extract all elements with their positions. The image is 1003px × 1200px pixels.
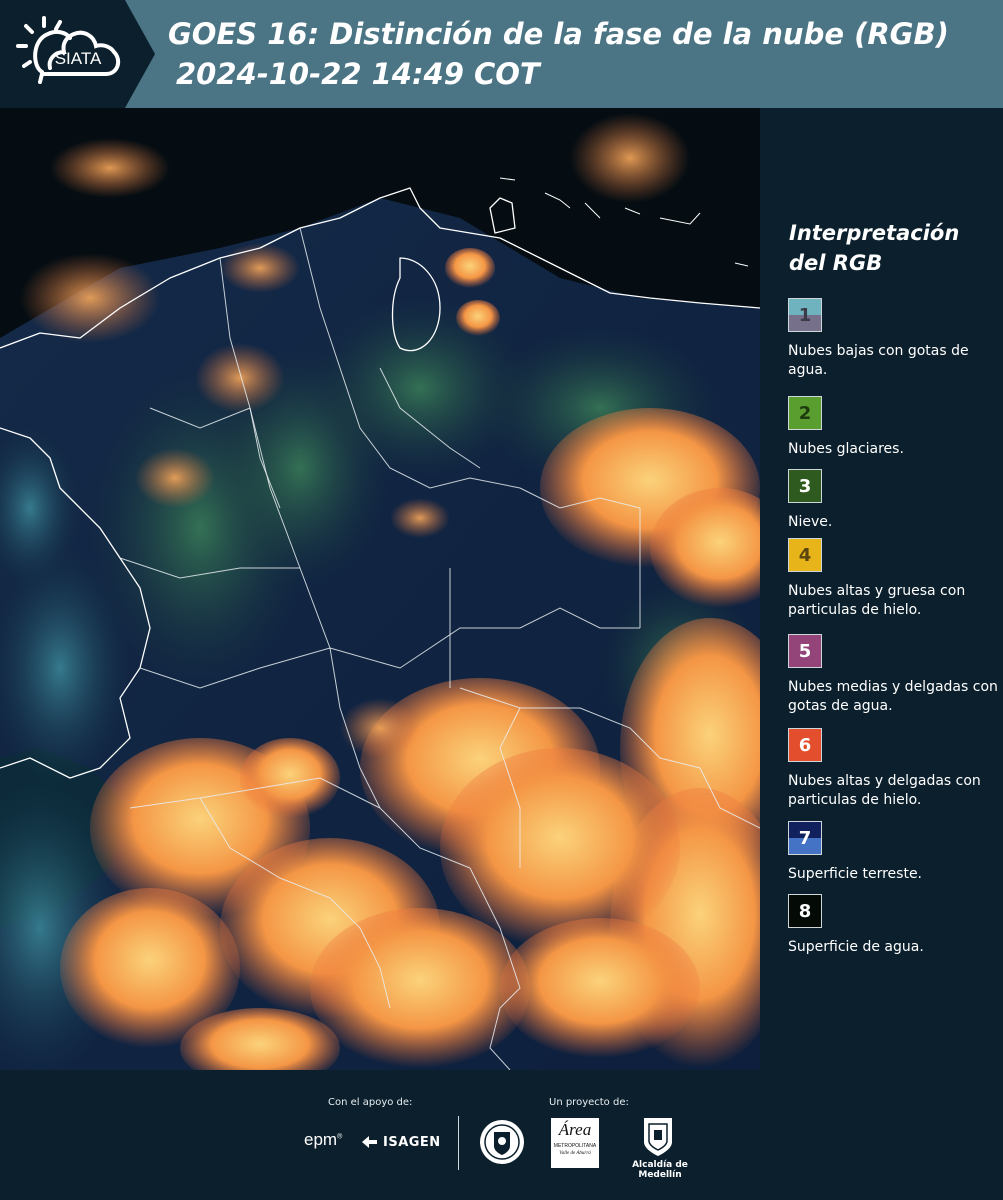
sun-cloud-icon: SIATA — [16, 16, 121, 84]
siata-logo: SIATA — [0, 0, 155, 108]
legend-item-1: 1 Nubes bajas con gotas de agua. — [788, 298, 998, 380]
swatch-number-6: 6 — [798, 734, 812, 756]
gobernacion-seal-icon — [480, 1120, 524, 1164]
legend-label-8: Superficie de agua. — [788, 939, 924, 955]
swatch-number-4: 4 — [798, 544, 812, 566]
legend-label-5: Nubes medias y delgadas con gotas de agu… — [788, 679, 998, 714]
legend-label-3: Nieve. — [788, 514, 833, 530]
epm-logo: epm® — [304, 1130, 343, 1149]
project-caption: Un proyecto de: — [549, 1097, 629, 1108]
legend-swatch-7: 7 — [788, 821, 822, 855]
legend-item-4: 4 Nubes altas y gruesa con particulas de… — [788, 538, 998, 620]
header-bar: SIATA GOES 16: Distinción de la fase de … — [0, 0, 1003, 108]
legend-swatch-2: 2 — [788, 396, 822, 430]
title-line-1: GOES 16: Distinción de la fase de la nub… — [168, 17, 949, 51]
legend-swatch-6: 6 — [788, 728, 822, 762]
legend-swatch-3: 3 — [788, 469, 822, 503]
legend-panel: Interpretación del RGB 1 Nubes bajas con… — [760, 108, 1003, 1070]
isagen-logo: ISAGEN — [360, 1134, 441, 1150]
title-timestamp: 2024-10-22 14:49 COT — [176, 57, 540, 91]
logo-text: SIATA — [55, 49, 102, 68]
area-logo-subtitle-2: Valle de Aburrá — [559, 1151, 591, 1156]
legend-swatch-4: 4 — [788, 538, 822, 572]
satellite-map — [0, 108, 760, 1070]
swatch-number-8: 8 — [798, 900, 812, 922]
legend-label-1: Nubes bajas con gotas de agua. — [788, 343, 969, 378]
legend-label-4: Nubes altas y gruesa con particulas de h… — [788, 583, 966, 618]
footer-divider — [458, 1116, 459, 1170]
legend-label-7: Superficie terreste. — [788, 866, 923, 882]
medellin-shield-icon — [644, 1118, 672, 1156]
satellite-image — [0, 108, 760, 1070]
support-caption: Con el apoyo de: — [328, 1097, 413, 1108]
legend-swatch-1: 1 — [788, 298, 822, 332]
page-title: GOES 16: Distinción de la fase de la nub… — [168, 14, 949, 94]
area-metropolitana-logo: Área METROPOLITANA Valle de Aburrá — [551, 1118, 599, 1168]
legend-swatch-5: 5 — [788, 634, 822, 668]
swatch-number-1: 1 — [798, 304, 812, 326]
area-logo-subtitle: METROPOLITANA — [553, 1143, 597, 1149]
legend-item-5: 5 Nubes medias y delgadas con gotas de a… — [788, 634, 998, 716]
isagen-icon — [362, 1136, 377, 1148]
alcaldia-text: Alcaldía de Medellín — [632, 1160, 688, 1180]
legend-item-6: 6 Nubes altas y delgadas con particulas … — [788, 728, 998, 810]
epm-text: epm — [304, 1130, 338, 1149]
swatch-number-2: 2 — [798, 402, 812, 424]
legend-label-2: Nubes glaciares. — [788, 441, 904, 457]
legend-swatch-8: 8 — [788, 894, 822, 928]
legend-label-6: Nubes altas y delgadas con particulas de… — [788, 773, 981, 808]
legend-item-3: 3 Nieve. — [788, 469, 998, 532]
area-logo-name: Área — [558, 1120, 592, 1139]
legend-item-7: 7 Superficie terreste. — [788, 821, 998, 884]
legend-title: Interpretación del RGB — [789, 221, 960, 275]
swatch-number-5: 5 — [798, 640, 812, 662]
footer: Con el apoyo de: Un proyecto de: epm® IS… — [0, 1070, 1003, 1200]
legend-item-8: 8 Superficie de agua. — [788, 894, 998, 957]
swatch-number-7: 7 — [798, 827, 812, 849]
legend-item-2: 2 Nubes glaciares. — [788, 396, 998, 459]
isagen-text: ISAGEN — [383, 1134, 441, 1150]
swatch-number-3: 3 — [798, 475, 812, 497]
